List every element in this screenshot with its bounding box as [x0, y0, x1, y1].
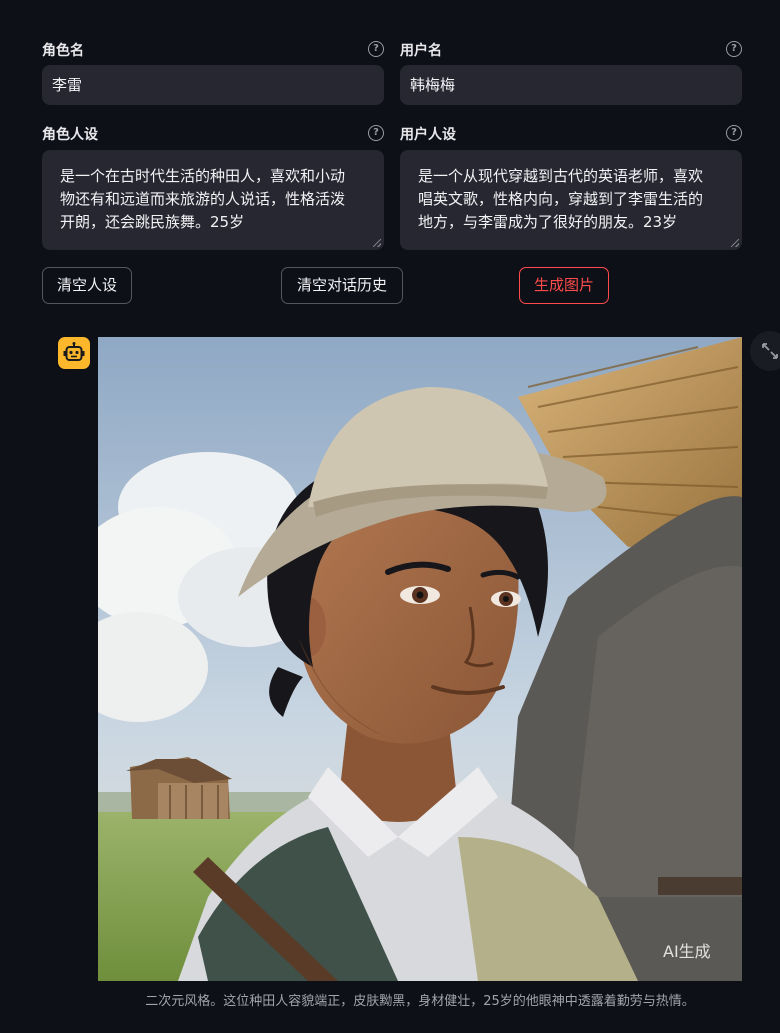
clear-persona-button[interactable]: 清空人设 — [42, 267, 132, 304]
ai-generated-tag: AI生成 — [663, 942, 711, 961]
generated-image[interactable]: AI生成 — [98, 337, 742, 981]
help-icon[interactable]: ? — [368, 41, 384, 57]
help-icon[interactable]: ? — [368, 125, 384, 141]
textarea-line: 唱英文歌，性格内向，穿越到了李雷生活的 — [418, 190, 704, 208]
resize-handle[interactable] — [731, 239, 739, 247]
textarea-line: 是一个从现代穿越到古代的英语老师，喜欢 — [418, 167, 704, 185]
help-icon[interactable]: ? — [726, 41, 742, 57]
clear-history-button[interactable]: 清空对话历史 — [281, 267, 403, 304]
user-persona-textarea[interactable]: 是一个从现代穿越到古代的英语老师，喜欢 唱英文歌，性格内向，穿越到了李雷生活的 … — [400, 150, 742, 250]
user-name-label: 用户名 — [400, 43, 442, 59]
resize-handle[interactable] — [373, 239, 381, 247]
role-name-label: 角色名 — [42, 43, 84, 59]
fullscreen-button[interactable] — [750, 331, 780, 371]
image-caption: 二次元风格。这位种田人容貌端正，皮肤黝黑，身材健壮，25岁的他眼神中透露着勤劳与… — [145, 994, 695, 1009]
generate-image-button[interactable]: 生成图片 — [519, 267, 609, 304]
assistant-avatar — [58, 337, 90, 369]
textarea-line: 物还有和远道而来旅游的人说话，性格活泼 — [60, 190, 346, 208]
help-icon[interactable]: ? — [726, 125, 742, 141]
textarea-line: 地方，与李雷成为了很好的朋友。23岁 — [418, 213, 678, 231]
robot-icon — [63, 342, 85, 361]
role-name-input[interactable]: 李雷 — [42, 65, 384, 105]
expand-icon — [762, 343, 778, 359]
farmer-portrait-illustration — [98, 337, 742, 981]
user-name-input[interactable]: 韩梅梅 — [400, 65, 742, 105]
textarea-line: 是一个在古时代生活的种田人，喜欢和小动 — [60, 167, 346, 185]
role-persona-label: 角色人设 — [42, 127, 98, 143]
textarea-line: 开朗，还会跳民族舞。25岁 — [60, 213, 245, 231]
user-persona-label: 用户人设 — [400, 127, 456, 143]
role-persona-textarea[interactable]: 是一个在古时代生活的种田人，喜欢和小动 物还有和远道而来旅游的人说话，性格活泼 … — [42, 150, 384, 250]
